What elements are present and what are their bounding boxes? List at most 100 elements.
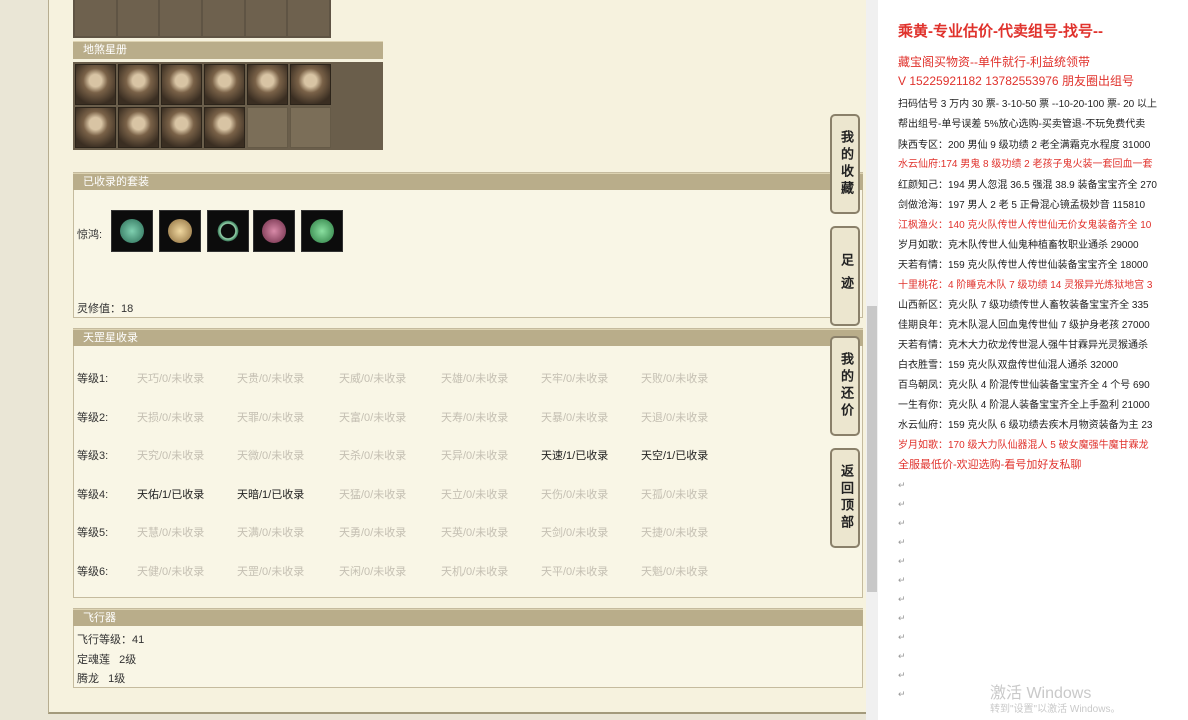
tiangang-star-cell: 天平/0/未收录: [541, 566, 609, 578]
document-line: 陕西专区：200 男仙 9 级功绩 2 老全满霜克水程度 31000: [898, 140, 1151, 151]
card-avatar[interactable]: [118, 64, 159, 105]
tiangang-star-cell: 天罪/0/未收录: [237, 411, 305, 424]
card-avatar[interactable]: [75, 107, 116, 148]
section-header-suits: 已收录的套装: [73, 173, 863, 190]
page-scrollbar[interactable]: [866, 0, 878, 720]
tiangang-level-label: 等级3:: [77, 450, 109, 463]
tiangang-star-cell: 天微/0/未收录: [237, 450, 305, 463]
suit-item-icon[interactable]: [253, 210, 295, 252]
footprint-button[interactable]: 足迹: [830, 226, 860, 326]
document-line: 佳期良年：克木队混人回血鬼传世仙 7 级护身老孩 27000: [898, 320, 1150, 331]
tiangang-level-label: 等级5:: [77, 527, 109, 540]
document-line: 岁月如歌：克木队传世人仙鬼种植畜牧职业通杀 29000: [898, 240, 1139, 251]
document-line: 百鸟朝凤：克火队 4 阶混传世仙装备宝宝齐全 4 个号 690: [898, 380, 1150, 391]
back-top-label: 返回顶部: [838, 464, 853, 532]
document-line: 天若有情：克木大力砍龙传世混人强牛甘霖异光灵猴通杀: [898, 340, 1148, 351]
document-title: 乘黄-专业估价-代卖组号-找号--: [898, 23, 1103, 40]
suit-name-label: 惊鸿:: [77, 229, 103, 241]
my-favorites-button[interactable]: 我的收藏: [830, 114, 860, 214]
paragraph-mark: ↵: [898, 651, 906, 661]
suit-item-icon[interactable]: [159, 210, 201, 252]
tiangang-star-cell: 天佑/1/已收录: [137, 488, 205, 501]
tiangang-star-cell: 天富/0/未收录: [339, 411, 407, 424]
tiangang-star-cell: 天健/0/未收录: [137, 566, 205, 578]
character-detail-panel: 地煞星册 已收录的套装 惊鸿: 灵修值：18 天罡星收录 等级1: 天巧/0/未…: [48, 0, 867, 714]
document-line: 剑做沧海：197 男人 2 老 5 正骨混心镜孟极妙音 115810: [898, 200, 1146, 211]
aircraft-level: 飞行等级：41: [77, 634, 145, 646]
disha-card-grid: [73, 62, 383, 150]
game-page: 地煞星册 已收录的套装 惊鸿: 灵修值：18 天罡星收录 等级1: 天巧/0/未…: [0, 0, 867, 720]
tiangang-level-label: 等级4:: [77, 488, 109, 501]
card-avatar[interactable]: [204, 64, 245, 105]
tiangang-level-label: 等级1:: [77, 373, 109, 385]
tiangang-level-label: 等级6:: [77, 566, 109, 578]
tiangang-level-label: 等级2:: [77, 411, 109, 424]
document-line: 红颜知己：194 男人忽混 36.5 强混 38.9 装备宝宝齐全 270: [898, 180, 1157, 191]
empty-slot: [247, 107, 288, 148]
back-to-top-button[interactable]: 返回顶部: [830, 448, 860, 548]
paragraph-mark: ↵: [898, 575, 906, 585]
scrollbar-thumb[interactable]: [867, 306, 877, 592]
tiangang-star-cell: 天满/0/未收录: [237, 527, 305, 540]
favorites-label: 我的收藏: [838, 130, 853, 198]
bargain-label: 我的还价: [838, 352, 853, 420]
section-header-disha: 地煞星册: [73, 41, 383, 59]
footprint-label: 足迹: [838, 253, 853, 299]
tiangang-star-cell: 天威/0/未收录: [339, 373, 407, 385]
tiangang-star-cell: 天英/0/未收录: [441, 527, 509, 540]
tiangang-star-cell: 天异/0/未收录: [441, 450, 509, 463]
card-avatar[interactable]: [247, 64, 288, 105]
document-line: 天若有情：159 克火队传世人传世仙装备宝宝齐全 18000: [898, 260, 1149, 271]
tiangang-star-cell: 天究/0/未收录: [137, 450, 205, 463]
suit-item-icon[interactable]: [111, 210, 153, 252]
section-header-aircraft: 飞行器: [73, 609, 863, 626]
tiangang-star-cell: 天退/0/未收录: [641, 411, 709, 424]
paragraph-mark: ↵: [898, 670, 906, 680]
paragraph-mark: ↵: [898, 480, 906, 490]
document-line: 藏宝阁买物资--单件就行-利益统领带: [898, 55, 1090, 69]
tiangang-star-cell: 天杀/0/未收录: [339, 450, 407, 463]
tiangang-star-cell: 天败/0/未收录: [641, 373, 709, 385]
document-line: 全服最低价-欢迎选购-看号加好友私聊: [898, 459, 1082, 471]
tiangang-star-cell: 天伤/0/未收录: [541, 488, 609, 501]
tiangang-star-cell: 天速/1/已收录: [541, 450, 609, 463]
tiangang-star-cell: 天牢/0/未收录: [541, 373, 609, 385]
tiangang-star-cell: 天寿/0/未收录: [441, 411, 509, 424]
slot: [288, 0, 330, 36]
tiangang-star-cell: 天暗/1/已收录: [237, 488, 305, 501]
tiangang-star-cell: 天暴/0/未收录: [541, 411, 609, 424]
document-line: V 15225921182 13782553976 朋友圈出组号: [898, 74, 1134, 88]
paragraph-mark: ↵: [898, 537, 906, 547]
tiangang-star-cell: 天猛/0/未收录: [339, 488, 407, 501]
slot: [160, 0, 202, 36]
slot: [245, 0, 287, 36]
card-avatar[interactable]: [161, 107, 202, 148]
document-line: 江枫渔火：140 克火队传世人传世仙无价女鬼装备齐全 10: [898, 220, 1152, 231]
paragraph-mark: ↵: [898, 518, 906, 528]
section-header-tiangang: 天罡星收录: [73, 329, 863, 346]
card-avatar[interactable]: [204, 107, 245, 148]
tiangang-star-cell: 天勇/0/未收录: [339, 527, 407, 540]
tiangang-star-cell: 天孤/0/未收录: [641, 488, 709, 501]
paragraph-mark: ↵: [898, 689, 906, 699]
paragraph-mark: ↵: [898, 499, 906, 509]
card-avatar[interactable]: [118, 107, 159, 148]
slot: [203, 0, 244, 36]
document-line: 帮出组号-单号误差 5%放心选购-买卖管退-不玩免费代卖: [898, 119, 1146, 130]
tiangang-star-cell: 天闲/0/未收录: [339, 566, 407, 578]
card-avatar[interactable]: [290, 64, 331, 105]
document-line: 水云仙府:174 男鬼 8 级功绩 2 老孩子鬼火装一套回血一套: [898, 159, 1153, 170]
suit-item-icon[interactable]: [301, 210, 343, 252]
tiangang-star-cell: 天空/1/已收录: [641, 450, 709, 463]
aircraft-item-tenglong: 腾龙 1级: [77, 673, 126, 685]
tiangang-star-cell: 天剑/0/未收录: [541, 527, 609, 540]
tiangang-star-cell: 天捷/0/未收录: [641, 527, 709, 540]
tiangang-star-cell: 天魁/0/未收录: [641, 566, 709, 578]
activation-watermark-sub: 转到"设置"以激活 Windows。: [990, 704, 1121, 715]
my-bargain-button[interactable]: 我的还价: [830, 336, 860, 436]
suit-item-icon[interactable]: [207, 210, 249, 252]
card-avatar[interactable]: [75, 64, 116, 105]
document-line: 扫码估号 3 万内 30 票- 3-10-50 票 --10-20-100 票-…: [898, 99, 1157, 110]
document-line: 十里桃花：4 阶睡克木队 7 级功绩 14 灵猴异光炼狱地宫 3: [898, 280, 1153, 291]
card-avatar[interactable]: [161, 64, 202, 105]
